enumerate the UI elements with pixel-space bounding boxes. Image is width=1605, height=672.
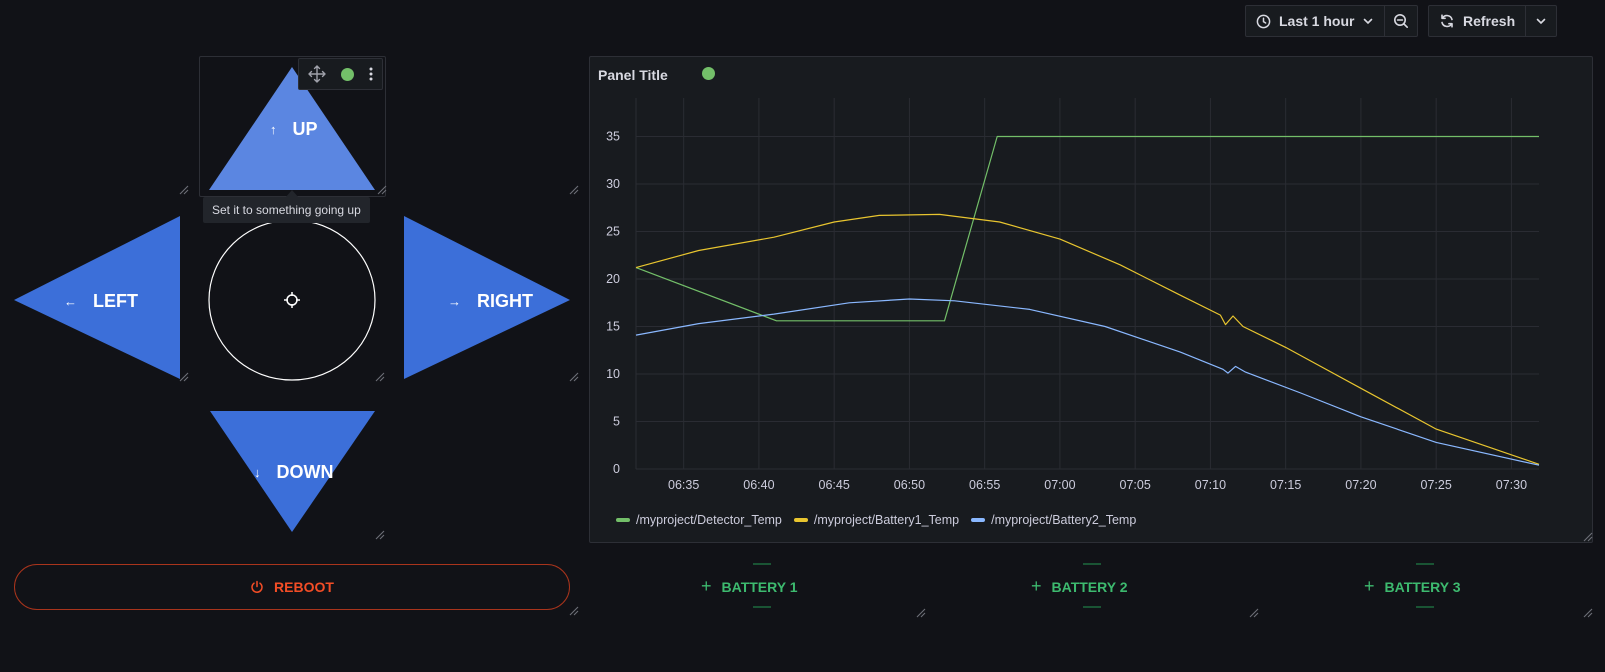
refresh-icon bbox=[1441, 14, 1453, 28]
left-arrow-label: ← LEFT bbox=[64, 291, 138, 311]
legend-swatch bbox=[616, 518, 630, 522]
x-tick-label: 07:25 bbox=[1421, 478, 1452, 492]
arrow-up-icon: ↑ bbox=[270, 122, 277, 137]
clock-icon bbox=[1256, 14, 1271, 28]
resize-handle bbox=[569, 606, 579, 616]
battery-label: BATTERY 3 bbox=[1384, 578, 1461, 595]
battery-label: BATTERY 2 bbox=[1051, 578, 1128, 595]
time-range-picker-group: Last 1 hour bbox=[1245, 5, 1419, 37]
x-tick-label: 07:00 bbox=[1044, 478, 1075, 492]
chevron-down-icon bbox=[1536, 18, 1546, 25]
battery-2-button[interactable]: + BATTERY 2 bbox=[1031, 576, 1128, 597]
resize-handle bbox=[1583, 608, 1593, 618]
power-icon bbox=[251, 580, 263, 593]
arrow-down-icon: ↓ bbox=[254, 465, 261, 480]
resize-handle bbox=[916, 608, 926, 618]
chevron-down-icon bbox=[1364, 18, 1373, 25]
series-line-1 bbox=[635, 135, 1539, 322]
refresh-interval-dropdown[interactable] bbox=[1526, 6, 1556, 36]
y-axis-ticks: 0 5 10 15 20 25 30 35 bbox=[606, 130, 620, 477]
legend-label: /myproject/Detector_Temp bbox=[636, 513, 782, 527]
move-drag-icon[interactable] bbox=[307, 64, 327, 84]
time-range-button[interactable]: Last 1 hour bbox=[1246, 6, 1386, 36]
line-chart[interactable]: 0 5 10 15 20 25 30 35 06:35 06:40 06:45 06:50 06:55… bbox=[589, 56, 1593, 543]
plus-icon: + bbox=[701, 576, 712, 596]
x-axis-ticks: 06:35 06:40 06:45 06:50 06:55 07:00 07:05 07:10… bbox=[668, 478, 1527, 492]
status-dot bbox=[341, 67, 354, 81]
x-tick-label: 06:45 bbox=[819, 478, 850, 492]
legend-swatch bbox=[971, 518, 986, 522]
x-tick-label: 06:50 bbox=[894, 478, 925, 492]
x-tick-label: 07:15 bbox=[1270, 478, 1301, 492]
up-arrow-label: ↑ UP bbox=[270, 119, 318, 139]
y-tick-label: 35 bbox=[606, 130, 620, 144]
zoom-out-icon bbox=[1394, 14, 1409, 28]
resize-handle bbox=[1249, 608, 1259, 618]
panel-hover-toolbar bbox=[298, 58, 383, 90]
y-tick-label: 25 bbox=[606, 225, 620, 239]
legend-item[interactable]: /myproject/Battery2_Temp bbox=[971, 513, 1136, 527]
more-vertical-icon[interactable] bbox=[368, 66, 374, 82]
x-tick-label: 07:05 bbox=[1120, 478, 1151, 492]
x-tick-label: 07:30 bbox=[1496, 478, 1527, 492]
plus-icon: + bbox=[1364, 576, 1375, 596]
arrow-right-icon: → bbox=[448, 294, 461, 309]
y-tick-label: 0 bbox=[613, 462, 620, 476]
zoom-out-button[interactable] bbox=[1385, 6, 1417, 36]
chart-series bbox=[635, 135, 1540, 466]
legend-item[interactable]: /myproject/Detector_Temp bbox=[616, 513, 782, 527]
x-tick-label: 07:20 bbox=[1345, 478, 1376, 492]
battery-3-button[interactable]: + BATTERY 3 bbox=[1364, 576, 1461, 597]
legend-label: /myproject/Battery2_Temp bbox=[991, 513, 1137, 527]
arrow-left-icon: ← bbox=[64, 294, 77, 309]
refresh-button[interactable]: Refresh bbox=[1429, 6, 1527, 36]
legend-item[interactable]: /myproject/Battery1_Temp bbox=[793, 513, 960, 527]
plus-icon: + bbox=[1031, 576, 1042, 596]
x-tick-label: 06:35 bbox=[668, 478, 699, 492]
x-tick-label: 07:10 bbox=[1195, 478, 1226, 492]
resize-handle[interactable] bbox=[1582, 531, 1594, 543]
center-joystick[interactable] bbox=[208, 219, 376, 381]
y-tick-label: 30 bbox=[606, 177, 620, 191]
time-range-label: Last 1 hour bbox=[1279, 13, 1355, 29]
chart-legend: /myproject/Detector_Temp/myproject/Batte… bbox=[616, 513, 1136, 527]
reboot-label: REBOOT bbox=[274, 579, 334, 595]
series-line-3 bbox=[635, 298, 1540, 466]
right-arrow-label: → RIGHT bbox=[448, 291, 533, 311]
down-arrow-label: ↓ DOWN bbox=[254, 462, 334, 482]
x-tick-label: 06:55 bbox=[969, 478, 1000, 492]
legend-swatch bbox=[793, 518, 808, 522]
reboot-button[interactable]: REBOOT bbox=[14, 564, 570, 610]
battery-label: BATTERY 1 bbox=[721, 578, 798, 595]
legend-label: /myproject/Battery1_Temp bbox=[813, 513, 960, 527]
refresh-picker-group: Refresh bbox=[1428, 5, 1558, 37]
battery-1-button[interactable]: + BATTERY 1 bbox=[701, 576, 798, 597]
chart-grid bbox=[635, 98, 1539, 470]
x-tick-label: 06:40 bbox=[743, 478, 774, 492]
y-tick-label: 10 bbox=[606, 367, 620, 381]
crosshair-icon bbox=[284, 292, 300, 308]
y-tick-label: 15 bbox=[606, 320, 620, 334]
y-tick-label: 5 bbox=[613, 415, 620, 429]
up-tooltip: Set it to something going up bbox=[203, 197, 370, 223]
y-tick-label: 20 bbox=[606, 272, 620, 286]
refresh-label: Refresh bbox=[1463, 13, 1516, 29]
series-line-2 bbox=[635, 213, 1540, 465]
